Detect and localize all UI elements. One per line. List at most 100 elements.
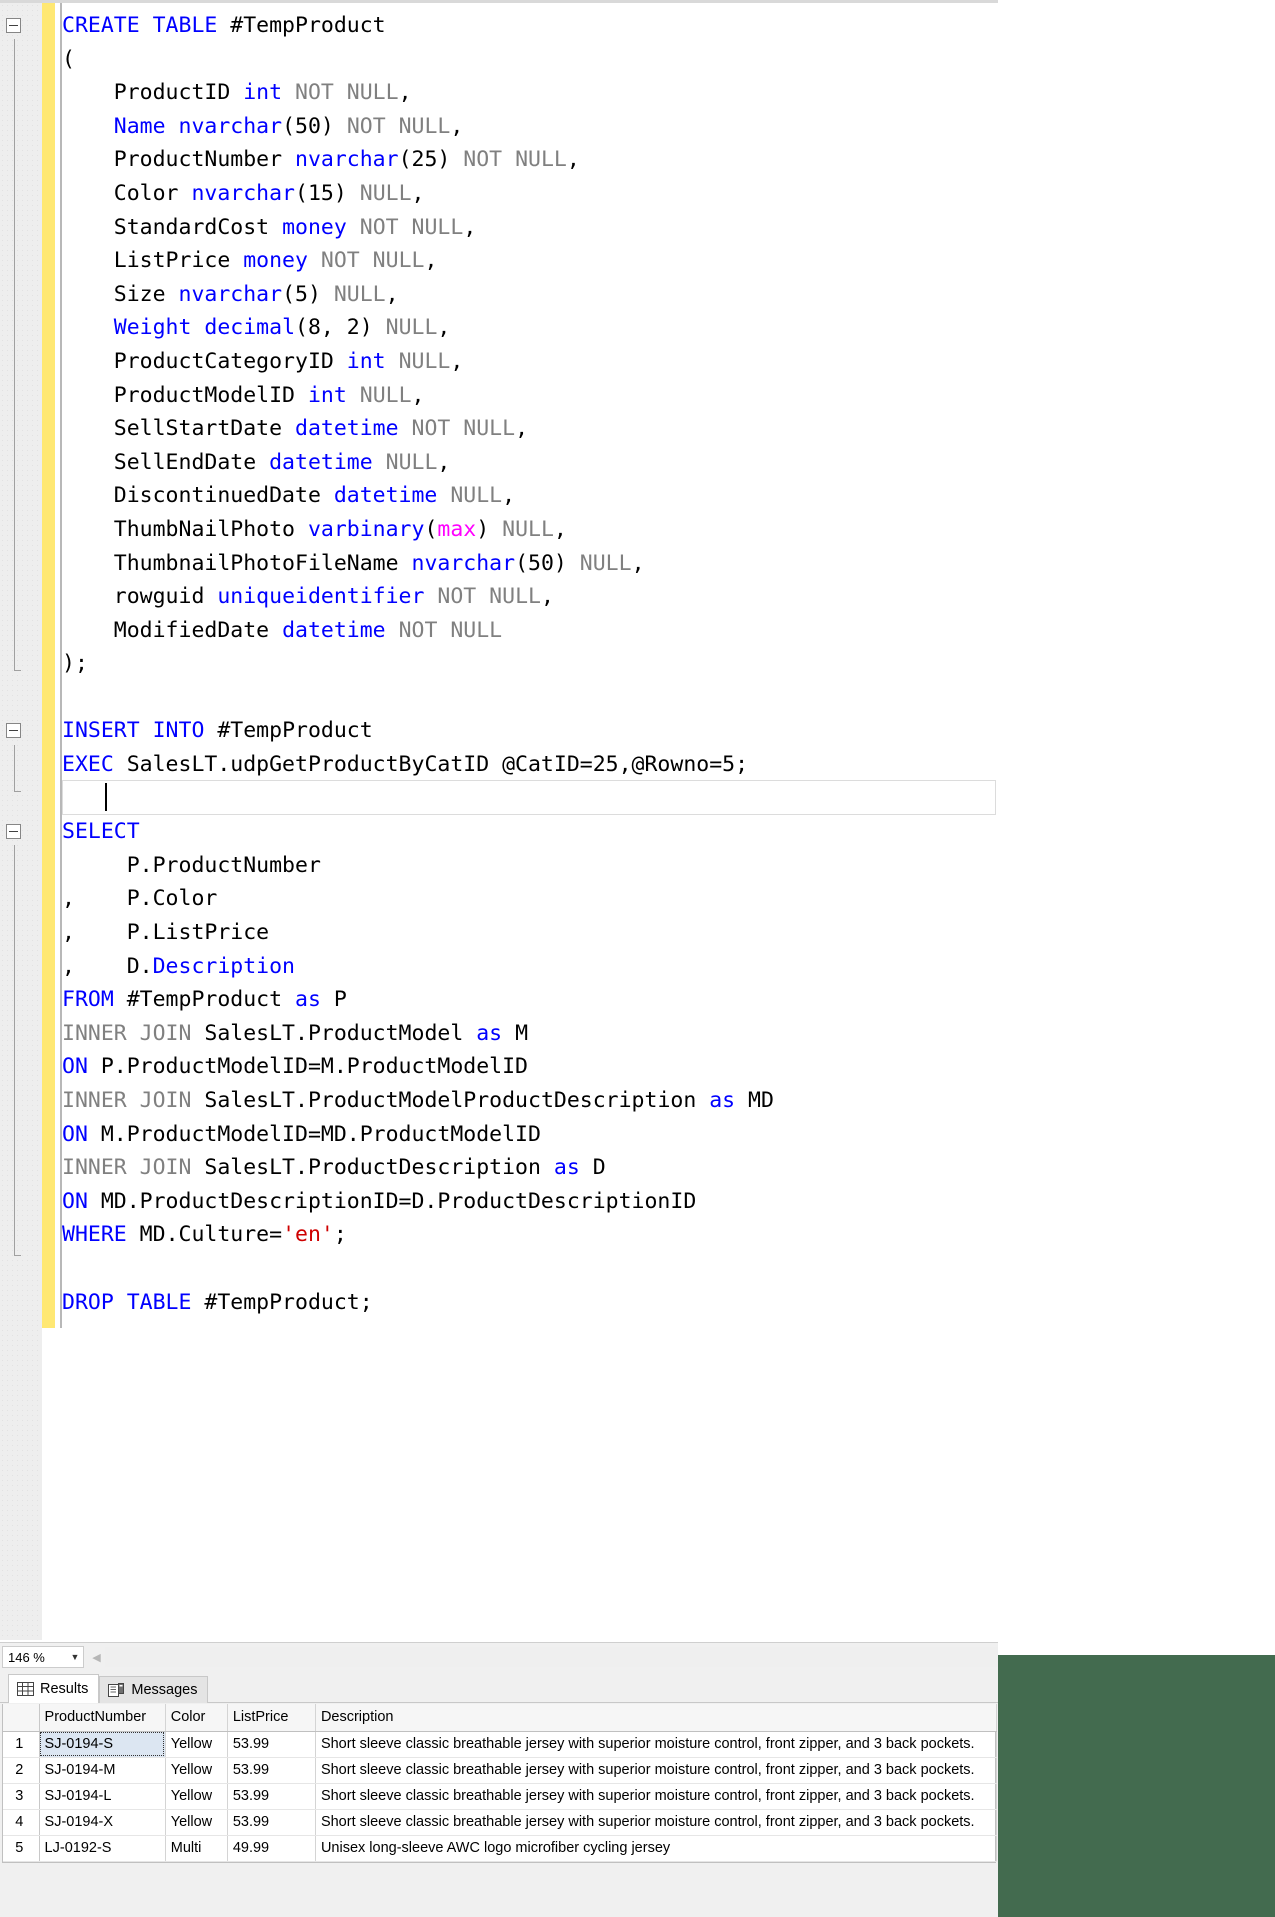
table-cell[interactable]: SJ-0194-X [39, 1809, 166, 1836]
table-cell[interactable]: Multi [165, 1835, 228, 1862]
code-line[interactable]: ( [62, 43, 998, 77]
column-header[interactable]: Color [165, 1704, 228, 1732]
code-token: Name [113, 113, 166, 139]
code-token: , [515, 416, 529, 442]
tab-messages[interactable]: Messages [99, 1676, 209, 1703]
chevron-down-icon[interactable]: ▼ [67, 1652, 83, 1662]
table-row[interactable]: 5 LJ-0192-S Multi 49.99 Unisex long-sleeve A… [3, 1835, 998, 1862]
code-line[interactable]: SELECT [6, 815, 998, 849]
editor-zoom-strip[interactable]: 146 % ▼ ◀ [0, 1642, 998, 1671]
table-cell[interactable]: SJ-0194-L [39, 1783, 166, 1810]
code-line[interactable]: INNER JOIN SalesLT.ProductDescription as… [62, 1151, 998, 1185]
table-cell[interactable]: Short sleeve classic breathable jersey w… [315, 1783, 998, 1810]
code-line[interactable]: ON P.ProductModelID=M.ProductModelID [62, 1050, 998, 1084]
scroll-left-arrow-icon[interactable]: ◀ [88, 1647, 105, 1667]
code-line[interactable]: Weight decimal(8, 2) NULL, [62, 311, 998, 345]
row-number[interactable]: 3 [3, 1783, 40, 1810]
code-line[interactable]: ON M.ProductModelID=MD.ProductModelID [62, 1118, 998, 1152]
table-cell[interactable]: Yellow [165, 1783, 228, 1810]
code-line[interactable]: INSERT INTO #TempProduct [6, 714, 998, 748]
code-line[interactable]: ModifiedDate datetime NOT NULL [62, 614, 998, 648]
code-line[interactable]: FROM #TempProduct as P [62, 983, 998, 1017]
code-line[interactable]: Size nvarchar(5) NULL, [62, 278, 998, 312]
code-line[interactable]: ListPrice money NOT NULL, [62, 244, 998, 278]
code-line[interactable]: , D.Description [62, 950, 998, 984]
table-cell[interactable]: 49.99 [227, 1835, 316, 1862]
table-cell[interactable]: SJ-0194-S [39, 1731, 166, 1758]
code-line[interactable] [62, 681, 998, 715]
code-token: ( [424, 516, 438, 542]
code-token: ; [333, 1222, 347, 1248]
table-row[interactable]: 3 SJ-0194-L Yellow 53.99 Short sleeve classi… [3, 1783, 998, 1810]
code-line[interactable]: ProductModelID int NULL, [62, 379, 998, 413]
code-content[interactable]: CREATE TABLE #TempProduct ( ProductID int… [6, 9, 998, 1320]
row-number[interactable]: 2 [3, 1757, 40, 1784]
code-line[interactable]: WHERE MD.Culture='en'; [62, 1218, 998, 1252]
code-line[interactable]: Name nvarchar(50) NOT NULL, [62, 110, 998, 144]
code-token: , [463, 214, 477, 240]
table-cell[interactable]: LJ-0192-S [39, 1835, 166, 1862]
code-line[interactable]: , P.Color [62, 882, 998, 916]
collapse-toggle-icon[interactable] [6, 18, 21, 33]
code-line[interactable]: ThumbnailPhotoFileName nvarchar(50) NULL… [62, 547, 998, 581]
code-line[interactable] [62, 782, 998, 816]
horizontal-scrollbar[interactable]: ◀ [88, 1646, 998, 1668]
code-line[interactable]: , P.ListPrice [62, 916, 998, 950]
code-line[interactable]: P.ProductNumber [62, 849, 998, 883]
horizontal-scrollbar-track[interactable] [105, 1647, 998, 1667]
table-cell[interactable]: 53.99 [227, 1757, 316, 1784]
code-line[interactable]: CREATE TABLE #TempProduct [6, 9, 998, 43]
code-token: , [411, 382, 425, 408]
code-token: SELECT [62, 819, 140, 845]
table-cell[interactable]: Yellow [165, 1809, 228, 1836]
code-line[interactable]: rowguid uniqueidentifier NOT NULL, [62, 580, 998, 614]
results-grid[interactable]: ProductNumber Color ListPrice Description 1… [2, 1704, 998, 1863]
code-line[interactable]: SellEndDate datetime NULL, [62, 446, 998, 480]
code-line[interactable]: Color nvarchar(15) NULL, [62, 177, 998, 211]
zoom-level-dropdown[interactable]: 146 % ▼ [2, 1646, 84, 1668]
column-header[interactable]: Description [315, 1704, 998, 1732]
code-line[interactable]: ProductID int NOT NULL, [62, 76, 998, 110]
column-header[interactable]: ProductNumber [39, 1704, 166, 1732]
code-line[interactable]: EXEC SalesLT.udpGetProductByCatID @CatID… [62, 748, 998, 782]
sql-editor[interactable]: CREATE TABLE #TempProduct ( ProductID int… [0, 0, 998, 1640]
code-token: , [540, 584, 554, 610]
table-cell[interactable]: Short sleeve classic breathable jersey w… [315, 1809, 998, 1836]
tab-results[interactable]: Results [8, 1674, 100, 1703]
code-line[interactable]: SellStartDate datetime NOT NULL, [62, 412, 998, 446]
collapse-toggle-icon[interactable] [6, 824, 21, 840]
row-number[interactable]: 1 [3, 1731, 40, 1758]
table-cell[interactable]: 53.99 [227, 1809, 316, 1836]
table-cell[interactable]: 53.99 [227, 1783, 316, 1810]
code-token: int [346, 348, 386, 374]
code-line[interactable] [62, 1252, 998, 1286]
table-cell[interactable]: Yellow [165, 1757, 228, 1784]
table-cell[interactable]: Yellow [165, 1731, 228, 1758]
results-tab-bar[interactable]: Results Messages [8, 1674, 209, 1703]
code-line[interactable]: ); [62, 647, 998, 681]
row-number[interactable]: 4 [3, 1809, 40, 1836]
code-line[interactable]: ThumbNailPhoto varbinary(max) NULL, [62, 513, 998, 547]
code-line[interactable]: INNER JOIN SalesLT.ProductModelProductDe… [62, 1084, 998, 1118]
collapse-toggle-icon[interactable] [6, 723, 21, 739]
table-cell[interactable]: 53.99 [227, 1731, 316, 1758]
table-cell[interactable]: Unisex long-sleeve AWC logo microfiber c… [315, 1835, 998, 1862]
table-row[interactable]: 4 SJ-0194-X Yellow 53.99 Short sleeve classi… [3, 1809, 998, 1836]
column-header[interactable]: ListPrice [227, 1704, 316, 1732]
table-cell[interactable]: Short sleeve classic breathable jersey w… [315, 1731, 998, 1758]
code-line[interactable]: DiscontinuedDate datetime NULL, [62, 479, 998, 513]
code-line[interactable]: ON MD.ProductDescriptionID=D.ProductDesc… [62, 1185, 998, 1219]
code-line[interactable]: ProductCategoryID int NULL, [62, 345, 998, 379]
table-row[interactable]: 1 SJ-0194-S Yellow 53.99 Short sleeve classi… [3, 1731, 998, 1758]
code-line[interactable]: INNER JOIN SalesLT.ProductModel as M [62, 1017, 998, 1051]
code-line[interactable]: StandardCost money NOT NULL, [62, 211, 998, 245]
row-number[interactable]: 5 [3, 1835, 40, 1862]
code-token: nvarchar [411, 550, 516, 576]
code-token: D [579, 1155, 606, 1181]
table-row[interactable]: 2 SJ-0194-M Yellow 53.99 Short sleeve classi… [3, 1757, 998, 1784]
table-cell[interactable]: SJ-0194-M [39, 1757, 166, 1784]
code-line[interactable]: DROP TABLE #TempProduct; [62, 1286, 998, 1320]
code-line[interactable]: ProductNumber nvarchar(25) NOT NULL, [62, 143, 998, 177]
table-cell[interactable]: Short sleeve classic breathable jersey w… [315, 1757, 998, 1784]
